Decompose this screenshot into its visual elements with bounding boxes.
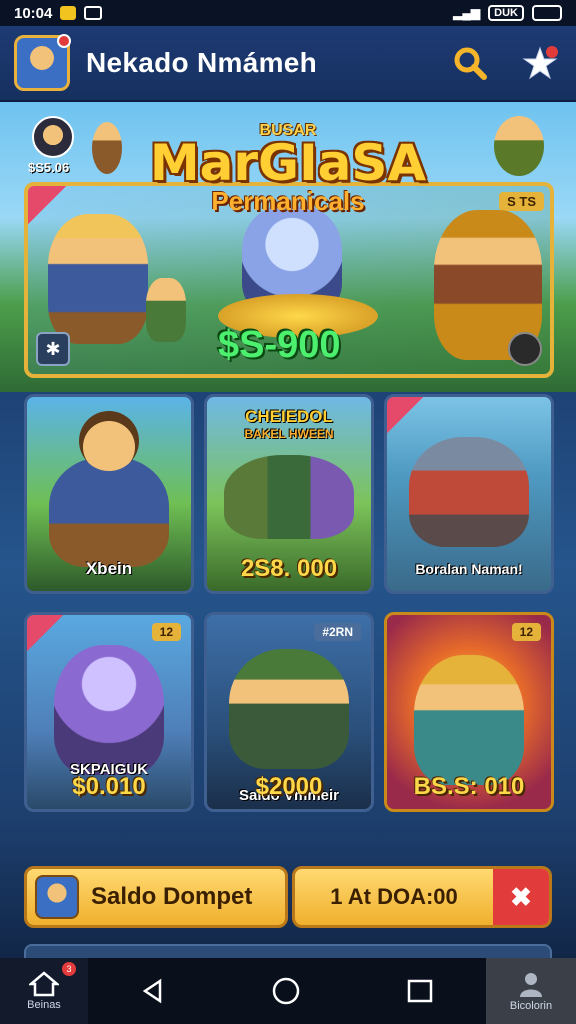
product-price: 2S8. 000 [240,555,338,582]
home-circle-icon[interactable] [271,976,301,1006]
product-title: CHEIEDOL [245,407,333,426]
product-card-6[interactable]: 12 BS.S: 010 [384,612,554,812]
favorites-button[interactable] [518,41,562,85]
battery-icon [532,5,562,21]
home-icon [29,971,59,997]
timer-label: 1 At DOA:00 [330,884,458,909]
star-icon [522,46,558,80]
status-time: 10:04 [14,4,53,22]
hero-image [409,437,529,547]
timer-button[interactable]: 1 At DOA:00 ✖ [292,866,552,928]
page-title: Nekado Nmámeh [86,47,318,78]
product-card-2[interactable]: CHEIEDOL BAKEL HWEEN 2S8. 000 [204,394,374,594]
player-avatar[interactable] [14,34,71,91]
profile-label: Bicolorin [509,1000,553,1012]
wallet-label: Saldo Dompet [91,883,253,910]
product-price: $0.010 [72,773,146,800]
hero-image [49,457,169,567]
search-icon [454,47,487,80]
product-price: $2000 [255,773,323,800]
notification-icon [60,6,77,20]
banner-title: MarGIaSA [149,134,427,192]
battery-label: DUK [488,5,524,21]
user-icon [520,973,542,997]
product-subtitle: BAKEL HWEEN [244,427,334,441]
panel-strip [24,944,552,958]
recents-icon[interactable] [406,978,434,1004]
bottom-navigation: 3 Beinas Bicolorin [0,958,576,1024]
product-label: Boralan Naman! [415,561,523,577]
product-card-5[interactable]: #2RN Saldo Vmmeir $2000 [204,612,374,812]
product-card-3[interactable]: Boralan Naman! [384,394,554,594]
blonde-hero [48,214,148,344]
product-tag: #2RN [314,623,361,641]
wallet-balance-button[interactable]: Saldo Dompet [24,866,288,928]
banner-subtitle: Permanicals [211,186,365,216]
hero-head [79,411,139,471]
cast-icon [84,6,103,20]
product-tag: 12 [511,623,541,641]
status-bar: 10:04 ▂▄▆ DUK [0,0,576,26]
ribbon-check [387,397,423,433]
back-icon[interactable] [140,978,166,1004]
bundle-price: $S-900 [218,324,341,366]
team-image [224,455,354,539]
nav-profile[interactable]: Bicolorin [486,958,576,1024]
product-label: Xbein [85,559,133,578]
ribbon-check [27,615,63,651]
home-label: Beinas [27,999,61,1011]
wallet-avatar-icon [35,875,79,919]
signal-icon: ▂▄▆ [453,6,481,20]
home-badge: 3 [62,962,76,976]
product-price: BS.S: 010 [413,773,525,800]
product-card-1[interactable]: Xbein [24,394,194,594]
hero-image [54,645,164,775]
bundle-share-icon[interactable] [508,332,542,366]
search-button[interactable] [448,41,492,85]
hero-image [414,655,524,785]
product-tag: 12 [151,623,181,641]
bundle-info-icon[interactable]: ✱ [36,332,70,366]
nav-home[interactable]: 3 Beinas [0,958,88,1024]
avatar-badge [57,34,71,48]
hero-image [229,649,349,769]
close-icon[interactable]: ✖ [493,869,549,925]
app-header: Nekado Nmámeh [0,26,576,102]
product-card-4[interactable]: 12 SKPAIGUK $0.010 [24,612,194,812]
small-hero [146,278,186,342]
